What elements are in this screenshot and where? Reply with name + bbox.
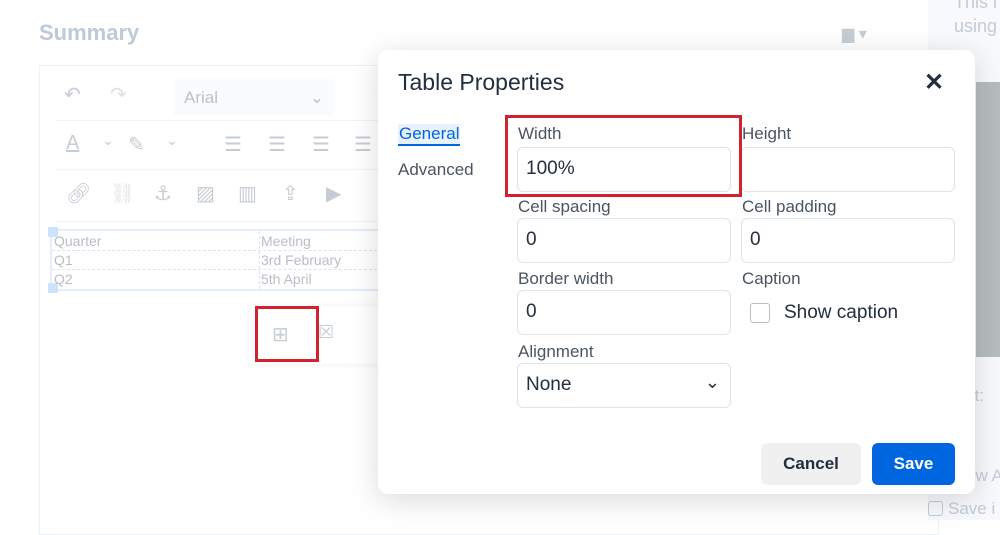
save-checkbox[interactable]	[928, 501, 943, 516]
cell-padding-input[interactable]: 0	[741, 218, 955, 263]
table-header: Quarter	[54, 233, 102, 249]
border-width-input[interactable]: 0	[517, 290, 731, 335]
justify-icon[interactable]: ☰	[354, 132, 372, 157]
alignment-label: Alignment	[518, 342, 594, 361]
align-right-icon[interactable]: ☰	[312, 132, 330, 157]
save-button[interactable]: Save	[872, 443, 955, 485]
upload-icon[interactable]: ⇪	[282, 181, 299, 206]
panel-text: using	[954, 16, 998, 36]
close-icon[interactable]: ✕	[924, 68, 944, 97]
highlight-icon[interactable]: ✎	[128, 132, 145, 157]
anchor-icon[interactable]: ⚓︎	[154, 181, 172, 206]
undo-icon[interactable]: ↶	[64, 82, 81, 107]
table-cell: 5th April	[261, 271, 312, 287]
cell-spacing-label: Cell spacing	[518, 197, 611, 216]
border-width-label: Border width	[518, 269, 614, 288]
book-icon[interactable]: ▆ ▾	[842, 24, 867, 44]
dialog-title: Table Properties	[398, 69, 565, 95]
height-input[interactable]	[741, 147, 955, 192]
text-color-icon[interactable]: A	[66, 132, 79, 155]
youtube-icon[interactable]: ▶	[326, 181, 341, 206]
panel-image	[976, 82, 1000, 357]
font-select-value: Arial	[184, 88, 219, 107]
unlink-icon[interactable]: ⛓︎	[110, 181, 135, 206]
show-caption-label[interactable]: Show caption	[784, 302, 898, 324]
video-icon[interactable]: ▥	[238, 181, 257, 206]
chevron-down-icon[interactable]: ⌄	[166, 132, 178, 149]
font-select[interactable]: Arial ⌄	[174, 79, 334, 115]
redo-icon[interactable]: ↷	[110, 82, 127, 107]
tab-advanced[interactable]: Advanced	[398, 160, 474, 180]
highlight-table-properties	[255, 306, 319, 362]
cancel-button[interactable]: Cancel	[761, 443, 861, 485]
table-cell: Q2	[54, 271, 73, 287]
table-cell: 3rd February	[261, 252, 342, 268]
save-checkbox-label: Save i	[948, 499, 996, 518]
table-header: Meeting	[261, 233, 311, 249]
cell-spacing-input[interactable]: 0	[517, 218, 731, 263]
delete-table-icon[interactable]: ☒	[318, 322, 334, 343]
image-icon[interactable]: ▨	[196, 181, 215, 206]
show-caption-checkbox[interactable]	[750, 303, 770, 323]
table-cell: Q1	[54, 252, 73, 268]
height-label: Height	[742, 124, 792, 143]
cell-padding-label: Cell padding	[742, 197, 837, 216]
caption-label: Caption	[742, 269, 801, 288]
page-title: Summary	[39, 20, 140, 45]
align-center-icon[interactable]: ☰	[268, 132, 286, 157]
chevron-down-icon: ⌄	[309, 88, 324, 107]
panel-text: This i	[954, 0, 998, 12]
chevron-down-icon: ⌄	[704, 372, 720, 392]
tab-general[interactable]: General	[398, 124, 461, 146]
align-left-icon[interactable]: ☰	[224, 132, 242, 157]
table[interactable]: Quarter Meeting Q1 3rd February Q2 5th A…	[48, 227, 392, 293]
alignment-value: None	[526, 374, 572, 395]
alignment-select[interactable]: None ⌄	[517, 363, 731, 408]
chevron-down-icon[interactable]: ⌄	[102, 132, 114, 149]
highlight-width	[505, 115, 742, 197]
link-icon[interactable]: 🔗︎	[66, 181, 91, 206]
